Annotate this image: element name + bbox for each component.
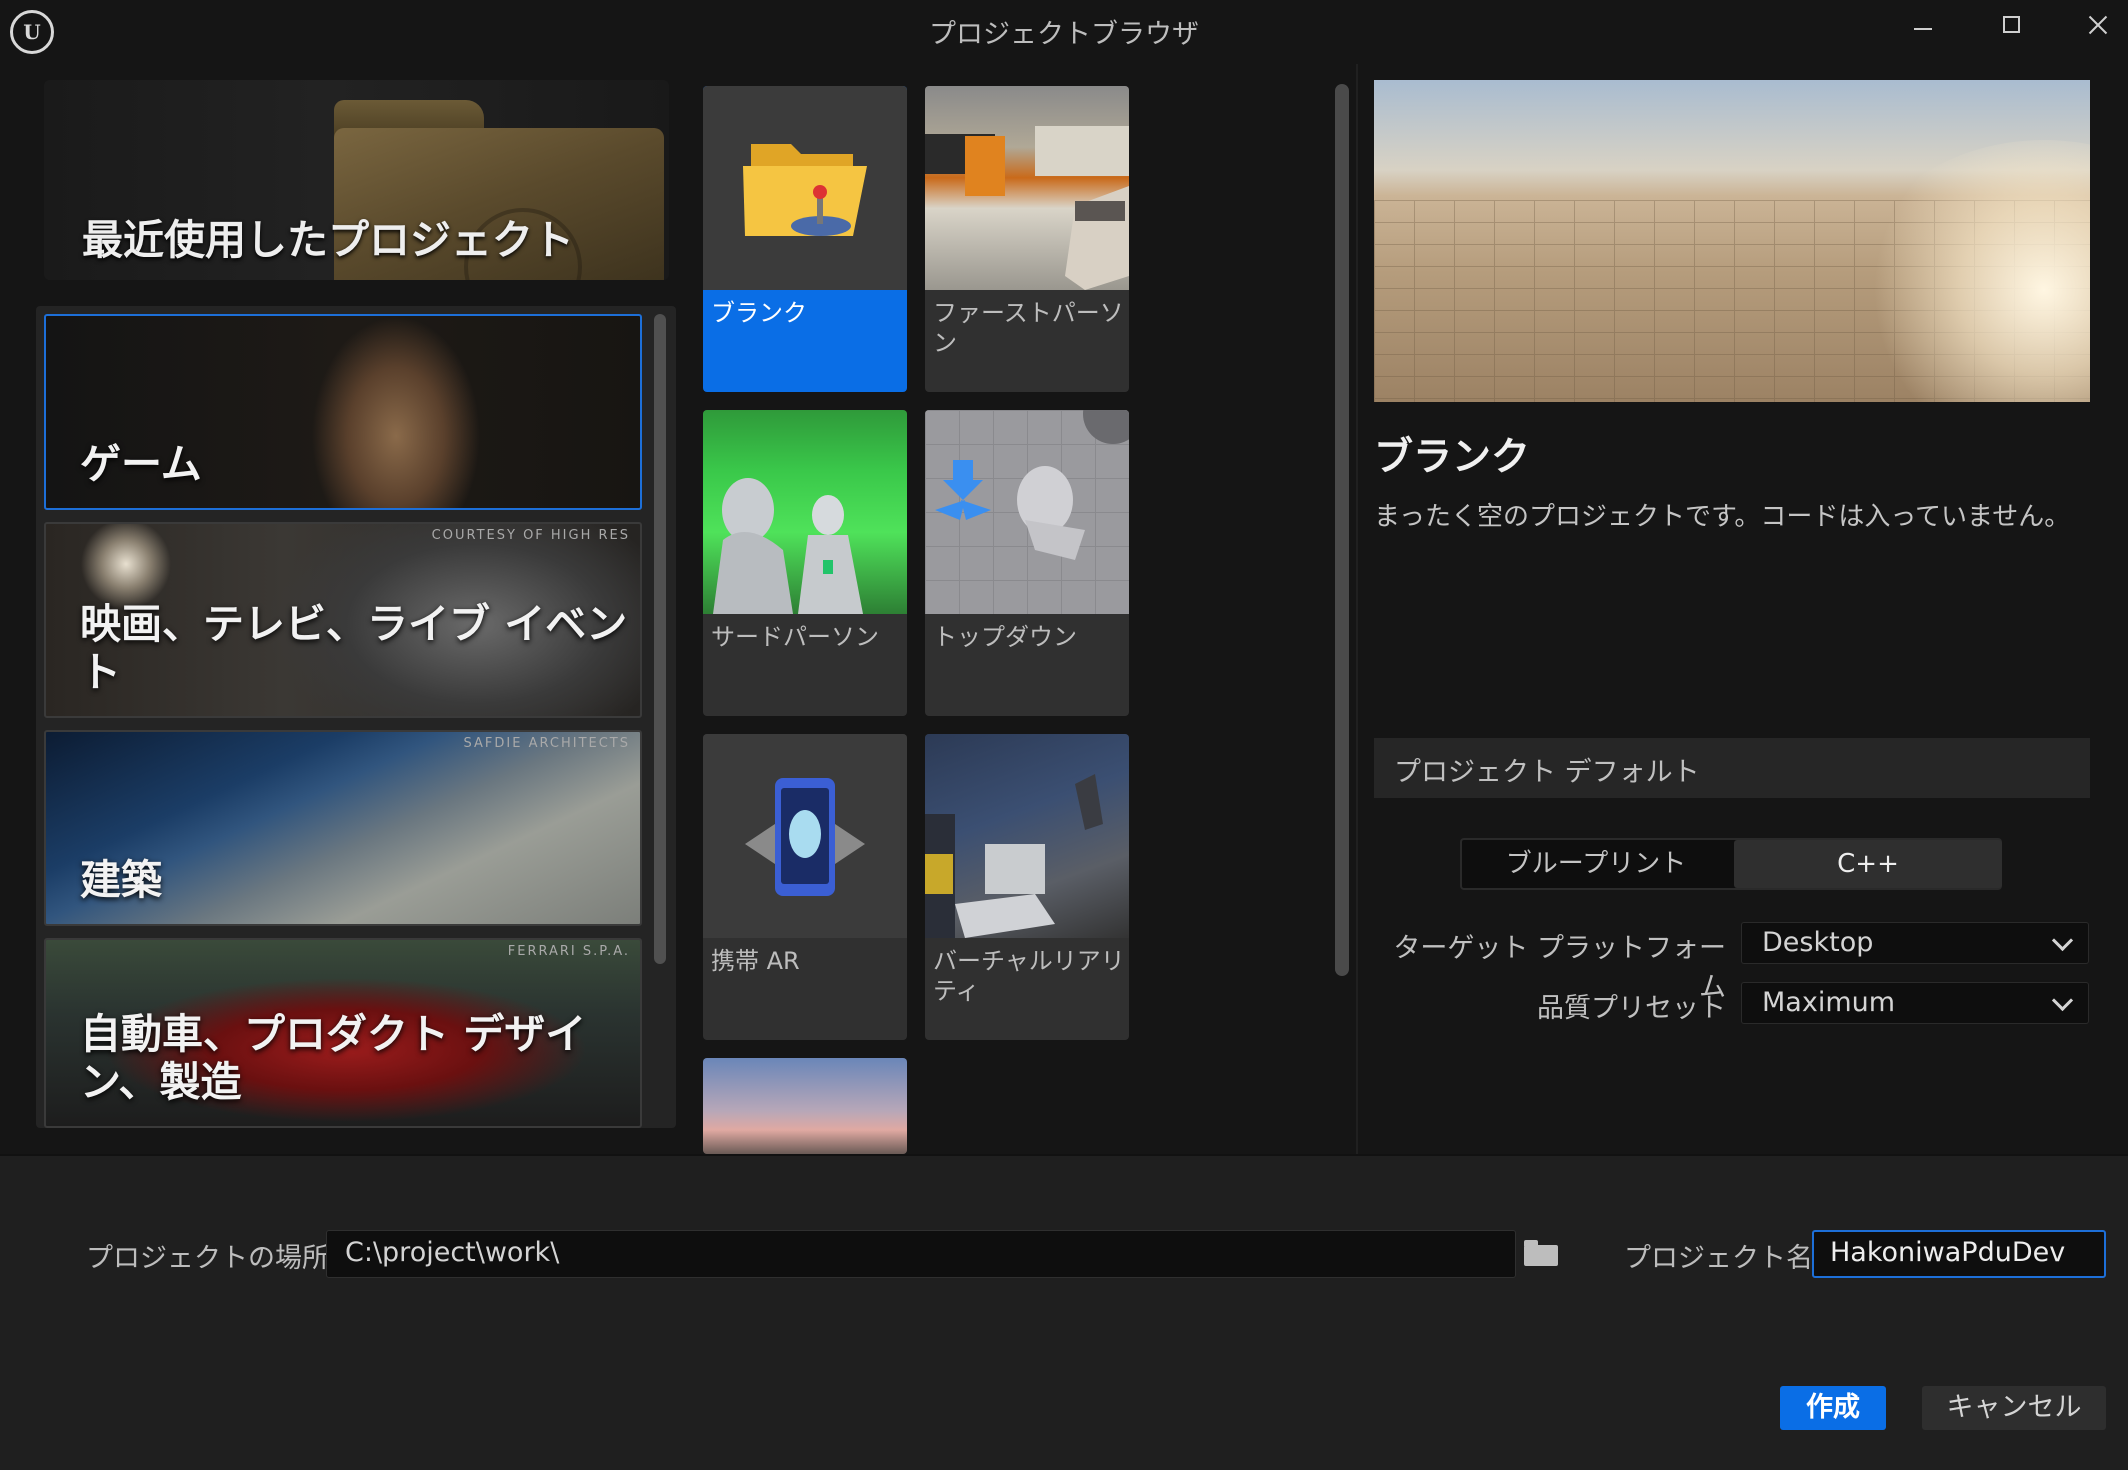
category-film-tv[interactable]: COURTESY OF HIGH RES 映画、テレビ、ライブ イベント	[44, 522, 642, 718]
folder-body	[1524, 1245, 1558, 1266]
template-label: ファーストパーソン	[933, 299, 1124, 357]
cancel-button[interactable]: キャンセル	[1922, 1386, 2106, 1430]
maximize-icon[interactable]	[1978, 6, 2048, 52]
minimize-icon[interactable]	[1890, 6, 1960, 52]
project-name-label: プロジェクト名	[1624, 1243, 1813, 1274]
template-thumbnail	[703, 1058, 907, 1154]
window-title: プロジェクトブラウザ	[929, 19, 1199, 50]
template-thumbnail	[925, 86, 1129, 290]
create-button[interactable]: 作成	[1780, 1386, 1886, 1430]
template-preview-image	[1374, 80, 2090, 402]
template-thumbnail	[703, 734, 907, 938]
project-name-input[interactable]: HakoniwaPduDev	[1812, 1230, 2106, 1278]
folder-browse-icon[interactable]	[1524, 1240, 1558, 1266]
template-thumbnail	[703, 86, 907, 290]
project-location-input[interactable]: C:\project\work\	[326, 1230, 1516, 1278]
phone-ar-icon	[745, 778, 865, 896]
project-location-value: C:\project\work\	[345, 1237, 560, 1268]
language-toggle: ブループリント C++	[1460, 838, 2002, 890]
template-third-person[interactable]: サードパーソン	[703, 410, 907, 716]
image-credit: SAFDIE ARCHITECTS	[463, 736, 630, 751]
chevron-down-icon	[2051, 989, 2074, 1012]
template-label: 携帯 AR	[711, 947, 800, 975]
template-label: バーチャルリアリティ	[933, 947, 1125, 1005]
third-person-scene	[713, 478, 863, 614]
project-name-value: HakoniwaPduDev	[1830, 1237, 2066, 1268]
category-label: 自動車、プロダクト デザイン、製造	[80, 1010, 587, 1106]
target-platform-dropdown[interactable]: Desktop	[1741, 922, 2089, 964]
cpp-option[interactable]: C++	[1734, 840, 2002, 888]
template-first-person[interactable]: ファーストパーソン	[925, 86, 1129, 392]
project-defaults-header: プロジェクト デフォルト	[1374, 738, 2090, 798]
template-top-down[interactable]: トップダウン	[925, 410, 1129, 716]
template-thumbnail	[703, 410, 907, 614]
quality-preset-label: 品質プリセット	[1537, 993, 1726, 1024]
bottom-bar: プロジェクトの場所 C:\project\work\ プロジェクト名 Hakon…	[0, 1154, 2128, 1470]
first-person-scene	[925, 126, 1129, 290]
template-label: トップダウン	[933, 623, 1077, 651]
top-down-scene	[935, 410, 1129, 560]
image-credit: FERRARI S.P.A.	[507, 944, 630, 959]
template-label: サードパーソン	[711, 623, 879, 651]
vr-scene	[925, 774, 1103, 938]
template-scrollbar[interactable]	[1335, 84, 1349, 976]
dropdown-value: Maximum	[1762, 987, 1896, 1018]
image-credit: COURTESY OF HIGH RES	[431, 528, 630, 543]
template-thumbnail	[925, 734, 1129, 938]
category-game[interactable]: ゲーム	[44, 314, 642, 510]
template-simulation[interactable]	[703, 1058, 907, 1154]
dropdown-value: Desktop	[1762, 927, 1874, 958]
project-defaults-label: プロジェクト デフォルト	[1394, 757, 1700, 788]
recent-projects-label: 最近使用したプロジェクト	[82, 216, 574, 264]
blank-folder-icon	[743, 144, 867, 236]
category-list: ゲーム COURTESY OF HIGH RES 映画、テレビ、ライブ イベント…	[36, 306, 676, 1128]
template-handheld-ar[interactable]: 携帯 AR	[703, 734, 907, 1040]
close-icon[interactable]	[2062, 6, 2128, 52]
template-thumbnail	[925, 410, 1129, 614]
category-label: ゲーム	[80, 440, 202, 488]
category-scrollbar[interactable]	[654, 314, 666, 964]
template-description: まったく空のプロジェクトです。コードは入っていません。	[1374, 502, 2071, 532]
preview-sun-glow	[1854, 140, 2090, 402]
template-virtual-reality[interactable]: バーチャルリアリティ	[925, 734, 1129, 1040]
template-blank[interactable]: ブランク	[703, 86, 907, 392]
category-architecture[interactable]: SAFDIE ARCHITECTS 建築	[44, 730, 642, 926]
blueprint-option[interactable]: ブループリント	[1462, 840, 1730, 888]
template-title: ブランク	[1374, 435, 1531, 480]
chevron-down-icon	[2051, 929, 2074, 952]
recent-projects-tile[interactable]: 最近使用したプロジェクト	[44, 80, 669, 280]
template-label: ブランク	[711, 299, 807, 327]
category-label: 建築	[80, 856, 162, 904]
panel-divider	[1356, 64, 1358, 1154]
category-automotive[interactable]: FERRARI S.P.A. 自動車、プロダクト デザイン、製造	[44, 938, 642, 1128]
category-label: 映画、テレビ、ライブ イベント	[80, 600, 628, 696]
quality-preset-dropdown[interactable]: Maximum	[1741, 982, 2089, 1024]
project-location-label: プロジェクトの場所	[86, 1243, 329, 1274]
